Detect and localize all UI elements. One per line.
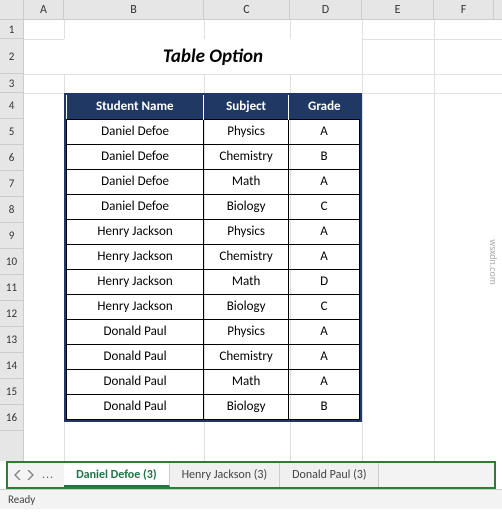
worksheet-area[interactable]: Table Option Student Name Subject Grade … bbox=[24, 20, 502, 461]
cell-subject[interactable]: Chemistry bbox=[204, 344, 289, 369]
cell-student[interactable]: Daniel Defoe bbox=[67, 169, 204, 194]
table-row: Henry JacksonPhysicsA bbox=[67, 219, 360, 244]
table-row: Donald PaulBiologyB bbox=[67, 394, 360, 419]
row-header-5[interactable]: 5 bbox=[0, 119, 23, 145]
sheet-tab[interactable]: Daniel Defoe (3) bbox=[64, 463, 169, 487]
cell-grade[interactable]: A bbox=[289, 119, 360, 144]
row-header-3[interactable]: 3 bbox=[0, 74, 23, 93]
table-header-row: Student Name Subject Grade bbox=[67, 95, 360, 119]
cell-subject[interactable]: Physics bbox=[204, 219, 289, 244]
cell-student[interactable]: Donald Paul bbox=[67, 394, 204, 419]
cell-student[interactable]: Henry Jackson bbox=[67, 294, 204, 319]
col-header-d[interactable]: D bbox=[290, 0, 362, 19]
cell-grade[interactable]: C bbox=[289, 294, 360, 319]
cell-subject[interactable]: Biology bbox=[204, 394, 289, 419]
table-row: Daniel DefoeMathA bbox=[67, 169, 360, 194]
row-header-2[interactable]: 2 bbox=[0, 39, 23, 74]
sheet-tab-bar: ... Daniel Defoe (3)Henry Jackson (3)Don… bbox=[6, 461, 496, 489]
table-row: Henry JacksonChemistryA bbox=[67, 244, 360, 269]
row-header-15[interactable]: 15 bbox=[0, 379, 23, 405]
data-table: Student Name Subject Grade Daniel DefoeP… bbox=[64, 93, 362, 422]
cell-subject[interactable]: Biology bbox=[204, 194, 289, 219]
cell-grade[interactable]: B bbox=[289, 144, 360, 169]
tab-prev-icon[interactable] bbox=[14, 470, 22, 480]
cell-subject[interactable]: Chemistry bbox=[204, 144, 289, 169]
cell-grade[interactable]: A bbox=[289, 369, 360, 394]
cell-subject[interactable]: Chemistry bbox=[204, 244, 289, 269]
cell-grade[interactable]: A bbox=[289, 244, 360, 269]
table-row: Daniel DefoeChemistryB bbox=[67, 144, 360, 169]
cell-student[interactable]: Donald Paul bbox=[67, 344, 204, 369]
table-row: Henry JacksonMathD bbox=[67, 269, 360, 294]
status-text: Ready bbox=[8, 493, 35, 506]
status-bar: Ready bbox=[0, 489, 502, 509]
cell-student[interactable]: Henry Jackson bbox=[67, 244, 204, 269]
cell-subject[interactable]: Biology bbox=[204, 294, 289, 319]
cell-subject[interactable]: Physics bbox=[204, 319, 289, 344]
column-headers: A B C D E F bbox=[0, 0, 502, 20]
row-header-4[interactable]: 4 bbox=[0, 93, 23, 119]
table-row: Donald PaulChemistryA bbox=[67, 344, 360, 369]
cell-grade[interactable]: A bbox=[289, 344, 360, 369]
tab-overflow[interactable]: ... bbox=[38, 468, 58, 482]
row-header-14[interactable]: 14 bbox=[0, 353, 23, 379]
cell-subject[interactable]: Math bbox=[204, 369, 289, 394]
table-row: Henry JacksonBiologyC bbox=[67, 294, 360, 319]
header-student[interactable]: Student Name bbox=[67, 95, 204, 119]
select-all-corner[interactable] bbox=[0, 0, 24, 19]
row-header-12[interactable]: 12 bbox=[0, 301, 23, 327]
cell-subject[interactable]: Math bbox=[204, 269, 289, 294]
row-header-6[interactable]: 6 bbox=[0, 145, 23, 171]
cell-student[interactable]: Henry Jackson bbox=[67, 269, 204, 294]
cell-grade[interactable]: A bbox=[289, 319, 360, 344]
table-row: Daniel DefoePhysicsA bbox=[67, 119, 360, 144]
row-header-16[interactable]: 16 bbox=[0, 405, 23, 431]
cell-student[interactable]: Daniel Defoe bbox=[67, 144, 204, 169]
sheet-tab[interactable]: Henry Jackson (3) bbox=[170, 463, 281, 487]
cell-student[interactable]: Donald Paul bbox=[67, 369, 204, 394]
table-row: Donald PaulPhysicsA bbox=[67, 319, 360, 344]
col-header-e[interactable]: E bbox=[362, 0, 434, 19]
col-header-c[interactable]: C bbox=[204, 0, 290, 19]
cell-grade[interactable]: B bbox=[289, 394, 360, 419]
cell-grade[interactable]: A bbox=[289, 169, 360, 194]
cell-grade[interactable]: A bbox=[289, 219, 360, 244]
row-header-11[interactable]: 11 bbox=[0, 275, 23, 301]
tab-next-icon[interactable] bbox=[26, 470, 34, 480]
table-row: Donald PaulMathA bbox=[67, 369, 360, 394]
cell-student[interactable]: Daniel Defoe bbox=[67, 194, 204, 219]
header-grade[interactable]: Grade bbox=[289, 95, 360, 119]
col-header-b[interactable]: B bbox=[64, 0, 204, 19]
watermark: wsxdn.com bbox=[487, 239, 500, 284]
row-header-9[interactable]: 9 bbox=[0, 223, 23, 249]
tab-nav: ... bbox=[8, 468, 64, 482]
col-header-f[interactable]: F bbox=[434, 0, 494, 19]
row-header-1[interactable]: 1 bbox=[0, 20, 23, 39]
page-title: Table Option bbox=[64, 39, 362, 74]
sheet-tab[interactable]: Donald Paul (3) bbox=[280, 463, 379, 487]
row-header-7[interactable]: 7 bbox=[0, 171, 23, 197]
col-header-a[interactable]: A bbox=[24, 0, 64, 19]
table-row: Daniel DefoeBiologyC bbox=[67, 194, 360, 219]
cell-grade[interactable]: C bbox=[289, 194, 360, 219]
row-headers: 1 2 3 4 5 6 7 8 9 10 11 12 13 14 15 16 bbox=[0, 20, 24, 461]
cell-student[interactable]: Henry Jackson bbox=[67, 219, 204, 244]
cell-subject[interactable]: Math bbox=[204, 169, 289, 194]
row-header-8[interactable]: 8 bbox=[0, 197, 23, 223]
header-subject[interactable]: Subject bbox=[204, 95, 289, 119]
cell-grade[interactable]: D bbox=[289, 269, 360, 294]
row-header-13[interactable]: 13 bbox=[0, 327, 23, 353]
row-header-10[interactable]: 10 bbox=[0, 249, 23, 275]
cell-subject[interactable]: Physics bbox=[204, 119, 289, 144]
cell-student[interactable]: Daniel Defoe bbox=[67, 119, 204, 144]
cell-student[interactable]: Donald Paul bbox=[67, 319, 204, 344]
